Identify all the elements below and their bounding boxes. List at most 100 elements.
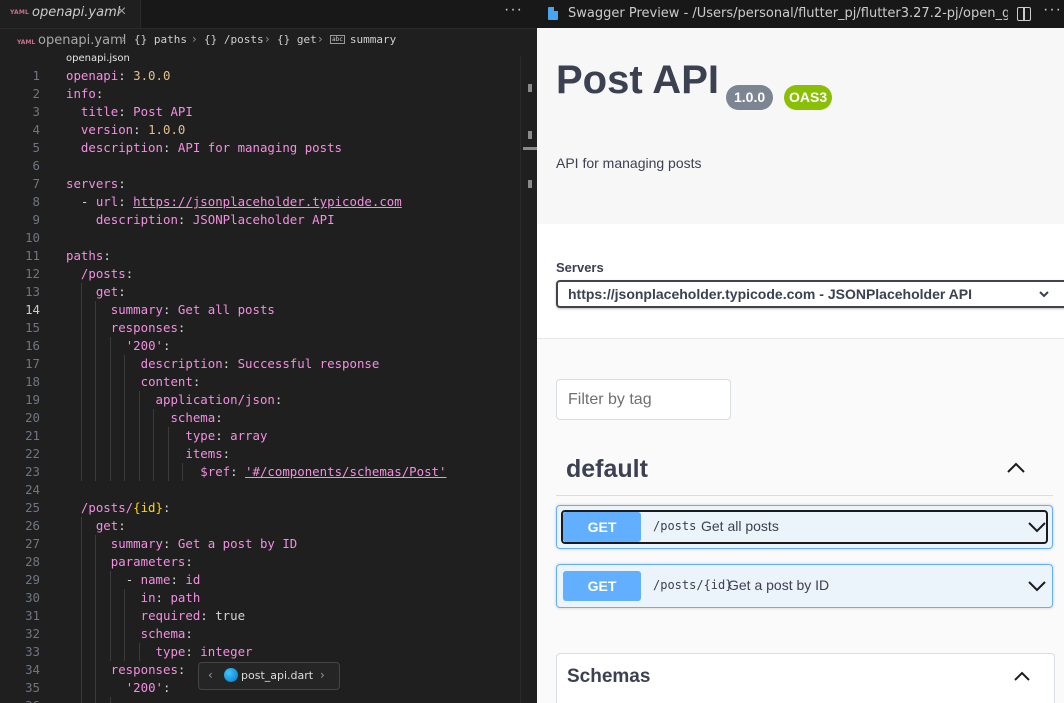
indent-guide	[81, 517, 82, 703]
document-icon	[548, 7, 558, 20]
breadcrumb-get[interactable]: {} get	[277, 33, 317, 46]
operation-path: /posts/{id}	[653, 578, 733, 592]
chevron-right-icon: ›	[265, 32, 270, 46]
code-line: 13 get:	[25, 284, 126, 299]
code-line: 24	[25, 482, 40, 497]
code-line: 33 type: integer	[25, 644, 253, 659]
chevron-right-icon: ›	[192, 32, 197, 46]
scroll-slider[interactable]	[523, 147, 537, 150]
code-line: 22 items:	[25, 446, 231, 461]
tag-name: default	[566, 455, 648, 483]
preview-tab-bar: Swagger Preview - /Users/personal/flutte…	[537, 0, 1064, 28]
filter-placeholder: Filter by tag	[568, 391, 652, 408]
indent-guide	[139, 391, 140, 481]
scroll-marker	[528, 180, 532, 188]
string-symbol-icon: abc	[330, 35, 345, 44]
code-line-active: 14 summary: Get all posts	[25, 302, 275, 317]
operations-area: Filter by tag default GET /posts Get all…	[537, 339, 1064, 703]
servers-select[interactable]: https://jsonplaceholder.typicode.com - J…	[556, 280, 1064, 308]
code-line: 32 schema:	[25, 626, 193, 641]
chevron-right-icon: ›	[318, 32, 323, 46]
code-line: 12 /posts:	[25, 266, 134, 281]
indent-guide	[110, 571, 111, 661]
filter-by-tag-input[interactable]: Filter by tag	[556, 379, 731, 420]
indent-guide	[81, 283, 82, 481]
more-actions-icon[interactable]: ···	[1043, 1, 1062, 19]
selected-server: https://jsonplaceholder.typicode.com - J…	[568, 286, 973, 302]
method-badge: GET	[563, 512, 641, 542]
code-line: 4 version: 1.0.0	[32, 122, 186, 137]
schemas-title: Schemas	[567, 666, 651, 687]
ref-link[interactable]: '#/components/schemas/Post'	[245, 464, 446, 479]
chevron-down-icon	[1028, 522, 1046, 533]
indent-guide	[95, 535, 96, 703]
code-line: 26 get:	[25, 518, 126, 533]
breadcrumb: YAML openapi.yaml › {} paths › {} /posts…	[0, 29, 537, 51]
code-line: 5 description: API for managing posts	[32, 140, 343, 155]
breadcrumb-file[interactable]: openapi.yaml	[38, 33, 126, 48]
tag-section-default[interactable]: default	[556, 445, 1053, 496]
close-icon[interactable]: ×	[117, 3, 126, 21]
code-line: 10	[25, 230, 40, 245]
breadcrumb-summary[interactable]: abc summary	[330, 33, 396, 46]
editor-scrollbar[interactable]	[520, 56, 537, 703]
file-hover-chip[interactable]: ‹ post_api.dart ›	[198, 662, 340, 690]
indent-guide	[95, 301, 96, 481]
breadcrumb-paths[interactable]: {} paths	[134, 33, 187, 46]
code-line: 17 description: Successful response	[25, 356, 380, 371]
code-line: 36	[0, 697, 520, 703]
chevron-left-icon[interactable]: ‹	[208, 668, 213, 682]
yaml-file-icon: YAML	[17, 39, 36, 46]
code-editor[interactable]: YAML openapi.yaml × ··· YAML openapi.yam…	[0, 0, 537, 703]
scroll-marker	[528, 131, 532, 139]
chip-file-label[interactable]: post_api.dart	[241, 669, 313, 682]
operation-get-posts[interactable]: GET /posts Get all posts	[556, 505, 1053, 549]
code-line: 9 description: JSONPlaceholder API	[32, 212, 335, 227]
operation-get-post-by-id[interactable]: GET /posts/{id} Get a post by ID	[556, 564, 1053, 608]
code-line: 1 openapi: 3.0.0	[32, 68, 171, 83]
sticky-file-label: openapi.json	[66, 53, 130, 64]
operation-summary: Get a post by ID	[728, 577, 830, 593]
code-line: 21 type: array	[25, 428, 268, 443]
operation-summary: Get all posts	[701, 518, 779, 534]
yaml-file-icon: YAML	[10, 9, 30, 16]
breadcrumb-posts[interactable]: {} /posts	[204, 33, 264, 46]
code-line: 29 - name: id	[25, 572, 201, 587]
indent-guide	[124, 355, 125, 481]
code-line: 2 info:	[32, 86, 104, 101]
operation-path: /posts	[653, 519, 697, 533]
chevron-up-icon	[1014, 671, 1030, 681]
code-line: 18 content:	[25, 374, 201, 389]
chevron-down-icon	[1028, 581, 1046, 592]
more-actions-icon[interactable]: ···	[504, 1, 523, 19]
indent-guide	[182, 463, 183, 481]
code-line: 6	[32, 158, 40, 173]
chevron-down-icon	[1039, 291, 1049, 298]
url-link[interactable]: https://jsonplaceholder.typicode.com	[133, 194, 402, 209]
tab-label: openapi.yaml	[32, 5, 121, 20]
code-line: 25 /posts/{id}:	[25, 500, 171, 515]
code-line: 28 parameters:	[25, 554, 193, 569]
indent-guide	[168, 427, 169, 481]
preview-tab-title[interactable]: Swagger Preview - /Users/personal/flutte…	[568, 6, 1008, 21]
indent-guide	[124, 589, 125, 661]
schemas-section[interactable]: Schemas	[556, 653, 1055, 703]
chevron-right-icon[interactable]: ›	[320, 668, 325, 682]
code-line: 16 '200':	[25, 338, 171, 353]
code-line: 7 servers:	[32, 176, 126, 191]
method-badge: GET	[563, 571, 641, 601]
indent-guide	[110, 337, 111, 481]
chevron-up-icon	[1007, 462, 1025, 473]
indent-guide	[153, 409, 154, 481]
code-line: 31 required: true	[25, 608, 246, 623]
swagger-preview: Swagger Preview - /Users/personal/flutte…	[537, 0, 1064, 703]
dart-file-icon	[224, 668, 238, 682]
indent-guide	[139, 643, 140, 661]
code-line: 15 responses:	[25, 320, 186, 335]
code-line: 19 application/json:	[25, 392, 283, 407]
code-line: 20 schema:	[25, 410, 223, 425]
oas-badge: OAS3	[784, 85, 833, 110]
scroll-marker	[528, 84, 532, 92]
split-editor-icon[interactable]	[1017, 7, 1031, 21]
editor-tab-openapi-yaml[interactable]: YAML openapi.yaml ×	[0, 0, 141, 28]
